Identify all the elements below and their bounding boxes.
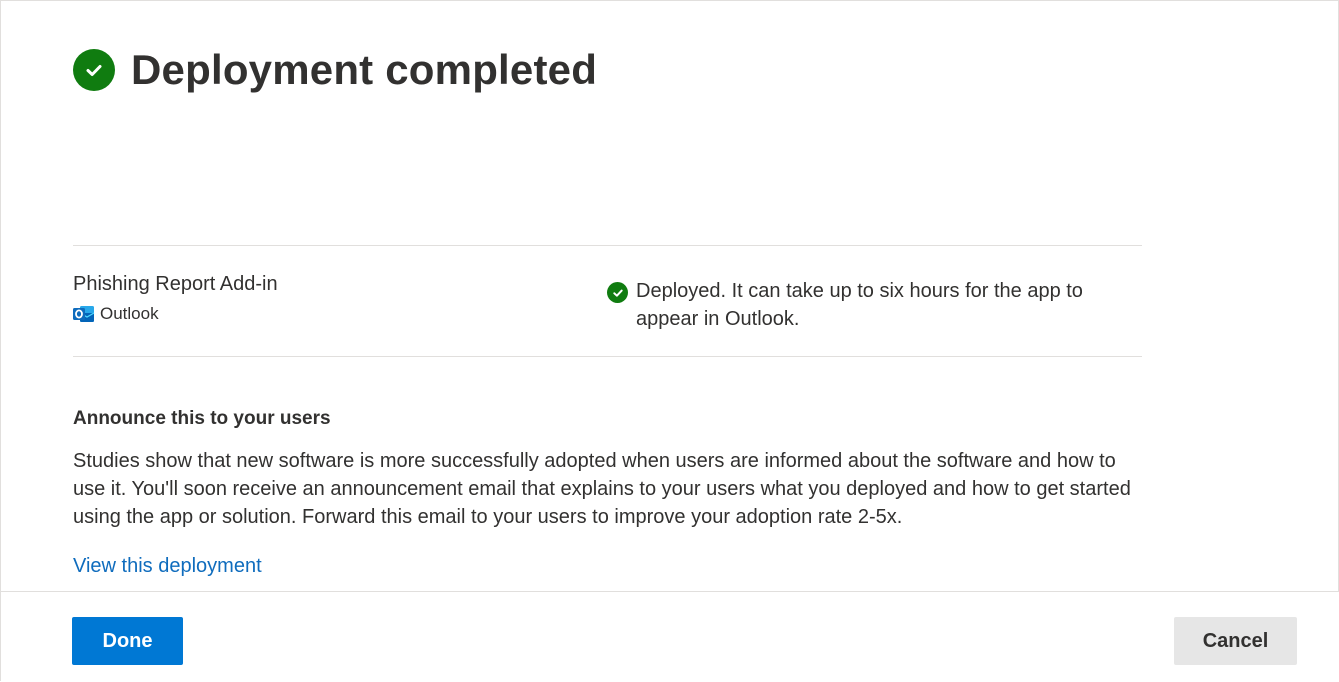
panel-content: Deployment completed Phishing Report Add… bbox=[1, 1, 1339, 591]
outlook-icon bbox=[73, 304, 95, 324]
announce-body: Studies show that new software is more s… bbox=[73, 450, 1131, 528]
deployment-status: Deployed. It can take up to six hours fo… bbox=[607, 277, 1127, 333]
divider-bottom bbox=[73, 356, 1142, 357]
platform-label: Outlook bbox=[100, 304, 159, 323]
app-name: Phishing Report Add-in bbox=[73, 273, 278, 295]
done-button[interactable]: Done bbox=[72, 617, 183, 665]
announce-heading: Announce this to your users bbox=[73, 408, 331, 429]
success-check-icon bbox=[607, 282, 628, 303]
platform-row: Outlook bbox=[73, 304, 159, 324]
deployment-panel: Deployment completed Phishing Report Add… bbox=[0, 0, 1339, 682]
cancel-button[interactable]: Cancel bbox=[1174, 617, 1297, 665]
status-text: Deployed. It can take up to six hours fo… bbox=[636, 280, 1083, 330]
panel-footer: Done Cancel bbox=[1, 591, 1339, 682]
page-title: Deployment completed bbox=[131, 46, 598, 93]
divider-top bbox=[73, 245, 1142, 246]
title-row: Deployment completed bbox=[73, 45, 597, 95]
view-deployment-link[interactable]: View this deployment bbox=[73, 555, 262, 578]
success-check-icon bbox=[73, 49, 115, 91]
